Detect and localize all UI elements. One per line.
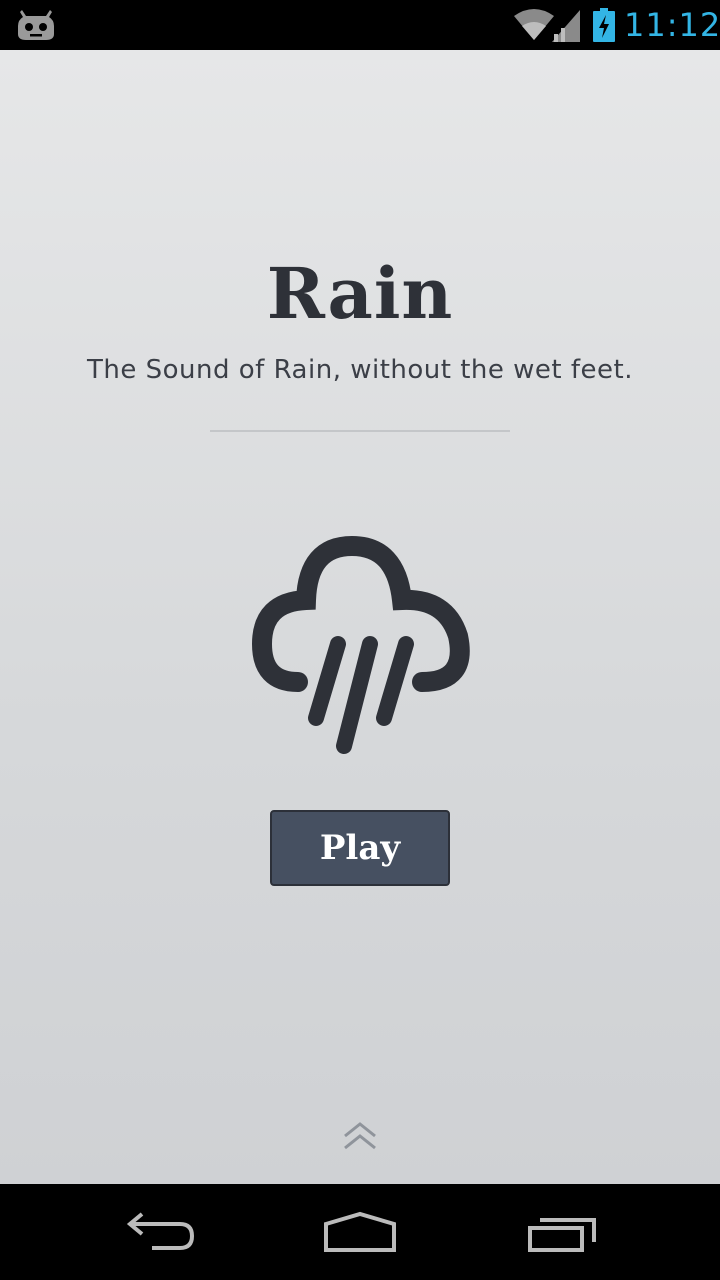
divider bbox=[210, 430, 510, 432]
back-icon[interactable] bbox=[120, 1206, 200, 1258]
rain-cloud-icon bbox=[251, 535, 470, 754]
play-button[interactable]: Play bbox=[270, 810, 450, 886]
recent-apps-icon[interactable] bbox=[522, 1206, 602, 1258]
double-chevron-up-icon[interactable] bbox=[340, 1118, 380, 1154]
battery-charging-icon bbox=[593, 8, 615, 42]
home-icon[interactable] bbox=[320, 1206, 400, 1258]
cell-signal-icon bbox=[552, 10, 580, 42]
app-title: Rain bbox=[266, 252, 454, 335]
status-bar: 11:12 bbox=[0, 0, 720, 50]
wifi-icon bbox=[514, 9, 554, 40]
app-subtitle: The Sound of Rain, without the wet feet. bbox=[86, 355, 633, 385]
status-clock: 11:12 bbox=[624, 6, 720, 44]
navigation-bar bbox=[0, 1184, 720, 1280]
rain-app-screen: Rain The Sound of Rain, without the wet … bbox=[0, 50, 720, 1184]
cyanogenmod-icon bbox=[18, 10, 54, 40]
